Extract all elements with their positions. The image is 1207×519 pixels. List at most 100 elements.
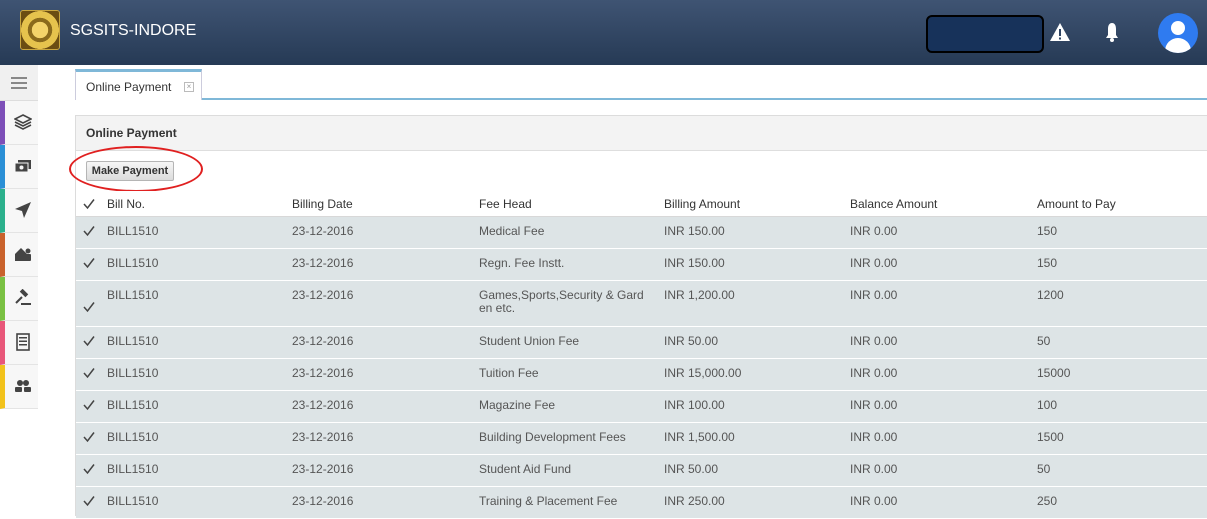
column-header-balance-amount[interactable]: Balance Amount [850, 198, 937, 211]
cell-amount-to-pay[interactable]: 150 [1037, 225, 1057, 238]
cell-fee-head: Building Development Fees [479, 430, 626, 444]
row-checkbox[interactable] [83, 301, 95, 316]
cell-billing-amount: INR 150.00 [664, 256, 725, 270]
row-checkbox[interactable] [83, 367, 95, 382]
column-header-fee-head[interactable]: Fee Head [479, 198, 649, 211]
cell-billing-amount: INR 1,500.00 [664, 430, 735, 444]
cell-bill-no: BILL1510 [107, 334, 159, 348]
cell-amount-to-pay[interactable]: 50 [1037, 463, 1050, 476]
cell-amount-to-pay[interactable]: 100 [1037, 399, 1057, 412]
close-icon[interactable]: × [184, 82, 194, 92]
cell-amount-to-pay[interactable]: 150 [1037, 257, 1057, 270]
check-icon [83, 400, 95, 411]
cell-balance-amount: INR 0.00 [850, 334, 898, 348]
top-redacted-box[interactable] [926, 15, 1044, 53]
users-home-icon [15, 248, 31, 261]
row-checkbox[interactable] [83, 399, 95, 414]
table-row[interactable]: BILL1510 23-12-2016 Games,Sports,Securit… [76, 281, 1207, 327]
check-icon [83, 368, 95, 379]
cell-bill-no: BILL1510 [107, 462, 159, 476]
navigation-arrow-icon [15, 202, 31, 218]
online-payment-panel: Online Payment Make Payment Bill No. Bil… [69, 115, 1207, 519]
layers-icon [14, 114, 32, 130]
cell-bill-no: BILL1510 [107, 494, 159, 508]
bell-icon[interactable] [1100, 20, 1124, 44]
cell-bill-no: BILL1510 [107, 224, 159, 238]
cell-billing-date: 23-12-2016 [292, 288, 354, 302]
app-title: SGSITS-INDORE [70, 22, 197, 39]
cell-fee-head: Tuition Fee [479, 366, 539, 380]
cell-balance-amount: INR 0.00 [850, 224, 898, 238]
row-checkbox[interactable] [83, 463, 95, 478]
cell-amount-to-pay[interactable]: 250 [1037, 495, 1057, 508]
column-header-billing-amount[interactable]: Billing Amount [664, 198, 740, 211]
top-bar: SGSITS-INDORE [0, 0, 1207, 65]
cell-fee-head: Student Aid Fund [479, 462, 572, 476]
cell-amount-to-pay[interactable]: 15000 [1037, 367, 1070, 380]
cell-billing-amount: INR 15,000.00 [664, 366, 742, 380]
cell-amount-to-pay[interactable]: 1500 [1037, 431, 1064, 444]
hamburger-icon [11, 77, 27, 89]
check-icon [83, 226, 95, 237]
sidebar-item-money[interactable] [0, 145, 38, 189]
cell-bill-no: BILL1510 [107, 398, 159, 412]
bill-table: Bill No. Billing Date Fee Head Billing A… [76, 191, 1207, 519]
sidebar-item-group[interactable] [0, 365, 38, 409]
sidebar-item-gavel[interactable] [0, 277, 38, 321]
table-row[interactable]: BILL1510 23-12-2016 Student Union Fee IN… [76, 327, 1207, 359]
make-payment-button[interactable]: Make Payment [86, 161, 174, 181]
cell-billing-amount: INR 50.00 [664, 334, 719, 348]
tab-online-payment[interactable]: Online Payment × [75, 69, 202, 100]
sidebar-item-layers[interactable] [0, 101, 38, 145]
row-checkbox[interactable] [83, 431, 95, 446]
cell-billing-date: 23-12-2016 [292, 462, 354, 476]
user-avatar-icon[interactable] [1158, 13, 1198, 53]
column-header-amount-to-pay[interactable]: Amount to Pay [1037, 198, 1116, 211]
table-row[interactable]: BILL1510 23-12-2016 Tuition Fee INR 15,0… [76, 359, 1207, 391]
cell-billing-date: 23-12-2016 [292, 398, 354, 412]
sidebar-item-users-home[interactable] [0, 233, 38, 277]
cell-fee-head: Student Union Fee [479, 334, 580, 348]
tab-label: Online Payment [86, 80, 172, 94]
cell-bill-no: BILL1510 [107, 366, 159, 380]
table-row[interactable]: BILL1510 23-12-2016 Building Development… [76, 423, 1207, 455]
cell-fee-head: Regn. Fee Instt. [479, 256, 565, 270]
table-row[interactable]: BILL1510 23-12-2016 Student Aid Fund INR… [76, 455, 1207, 487]
sidebar-item-navigation[interactable] [0, 189, 38, 233]
cell-billing-date: 23-12-2016 [292, 366, 354, 380]
cell-billing-date: 23-12-2016 [292, 430, 354, 444]
menu-toggle-button[interactable] [0, 65, 38, 101]
column-header-bill-no[interactable]: Bill No. [107, 198, 145, 211]
check-icon [83, 432, 95, 443]
institute-logo [20, 10, 60, 50]
cell-bill-no: BILL1510 [107, 430, 159, 444]
sidebar-item-documents[interactable] [0, 321, 38, 365]
row-checkbox[interactable] [83, 335, 95, 350]
avatar-body [1165, 38, 1191, 53]
row-checkbox[interactable] [83, 495, 95, 510]
panel-title: Online Payment [86, 126, 177, 140]
gavel-icon [15, 289, 31, 305]
cell-billing-amount: INR 150.00 [664, 224, 725, 238]
cell-balance-amount: INR 0.00 [850, 366, 898, 380]
cell-balance-amount: INR 0.00 [850, 398, 898, 412]
row-checkbox[interactable] [83, 225, 95, 240]
column-header-billing-date[interactable]: Billing Date [292, 198, 353, 211]
select-all-checkbox[interactable] [83, 198, 95, 213]
cell-amount-to-pay[interactable]: 1200 [1037, 289, 1064, 302]
table-row[interactable]: BILL1510 23-12-2016 Magazine Fee INR 100… [76, 391, 1207, 423]
cell-fee-head: Medical Fee [479, 224, 545, 238]
check-icon [83, 336, 95, 347]
check-icon [83, 464, 95, 475]
panel-header: Online Payment [76, 116, 1207, 151]
cell-balance-amount: INR 0.00 [850, 256, 898, 270]
check-icon [83, 302, 95, 313]
table-row[interactable]: BILL1510 23-12-2016 Medical Fee INR 150.… [76, 217, 1207, 249]
table-row[interactable]: BILL1510 23-12-2016 Training & Placement… [76, 487, 1207, 519]
cell-billing-date: 23-12-2016 [292, 494, 354, 508]
cell-bill-no: BILL1510 [107, 256, 159, 270]
warning-icon[interactable] [1048, 20, 1072, 44]
row-checkbox[interactable] [83, 257, 95, 272]
cell-amount-to-pay[interactable]: 50 [1037, 335, 1050, 348]
table-row[interactable]: BILL1510 23-12-2016 Regn. Fee Instt. INR… [76, 249, 1207, 281]
